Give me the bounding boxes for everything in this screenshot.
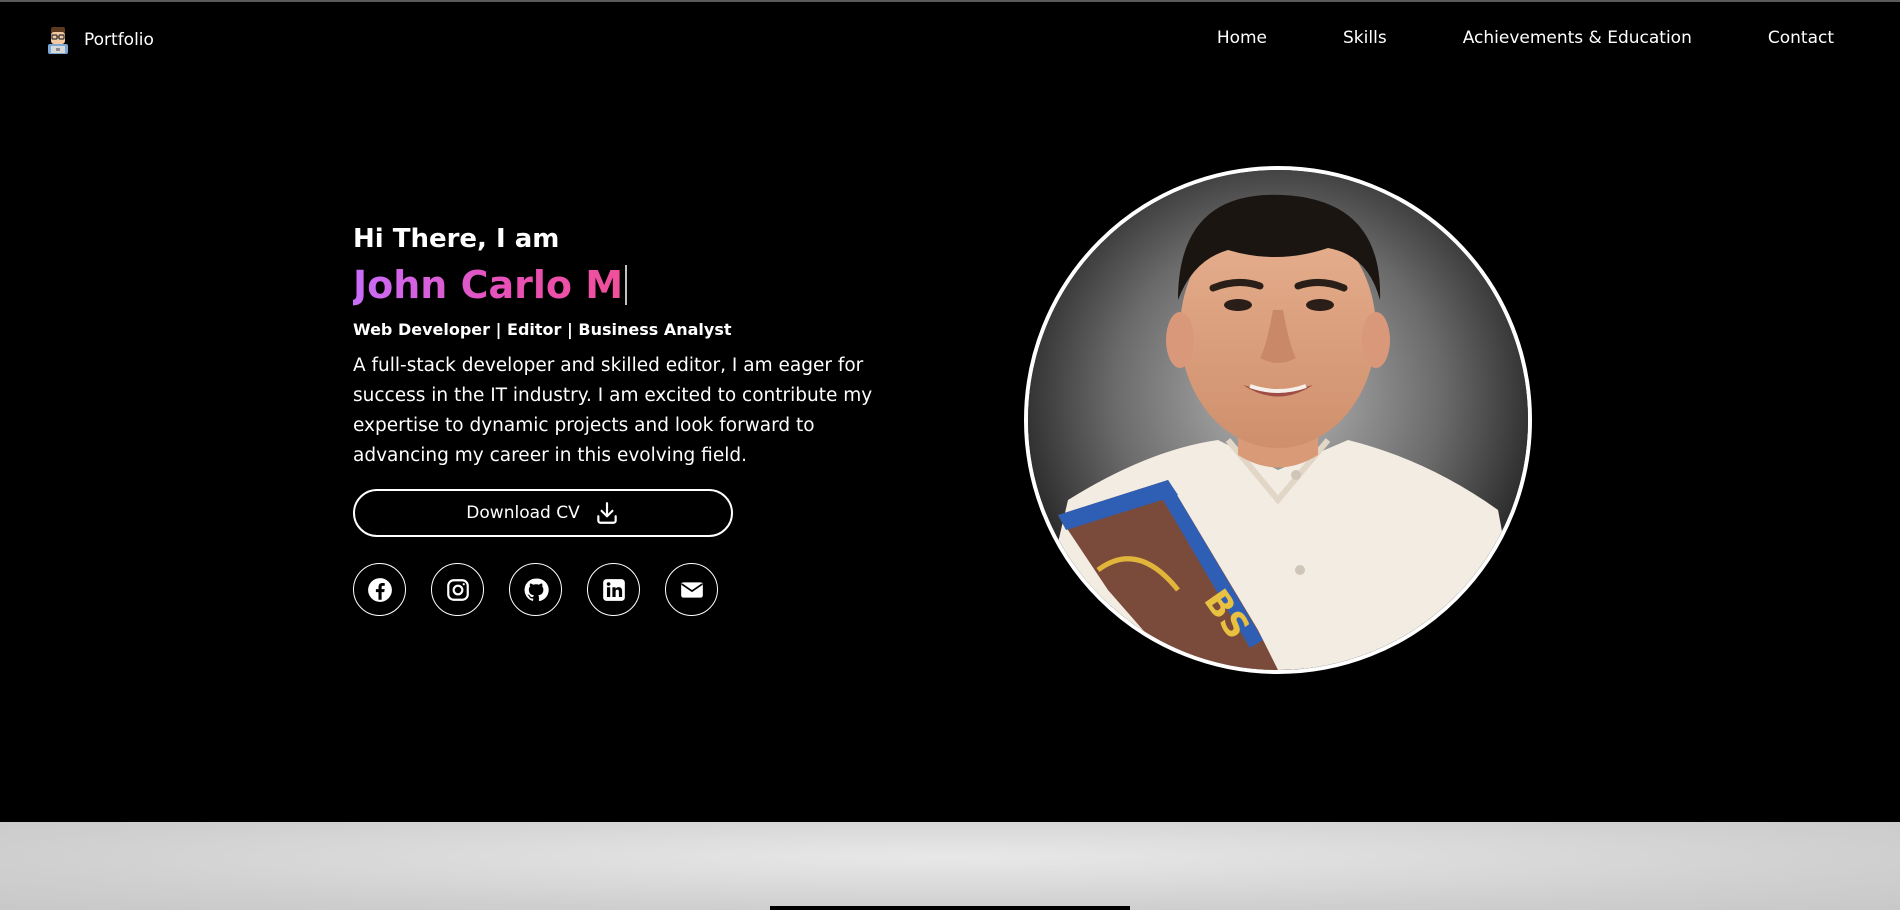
brand-label: Portfolio — [84, 30, 154, 50]
download-cv-label: Download CV — [466, 503, 580, 523]
linkedin-icon — [602, 578, 625, 601]
github-icon — [524, 578, 549, 601]
instagram-icon — [446, 578, 469, 601]
nav-links: Home Skills Achievements & Education Con… — [1217, 28, 1834, 48]
skills-section-preview — [0, 822, 1900, 910]
developer-avatar-icon — [48, 27, 68, 54]
navbar: Portfolio Home Skills Achievements & Edu… — [0, 2, 1900, 74]
greeting: Hi There, I am — [353, 224, 560, 254]
name-row: John Carlo M — [353, 260, 893, 310]
nav-home[interactable]: Home — [1217, 28, 1267, 48]
envelope-icon — [680, 581, 703, 598]
nav-achievements-education[interactable]: Achievements & Education — [1463, 28, 1692, 48]
email-link[interactable] — [665, 563, 718, 616]
download-cv-button[interactable]: Download CV — [353, 489, 733, 537]
typed-name: John Carlo M — [353, 263, 624, 307]
facebook-icon — [367, 577, 392, 602]
hero-intro: Hi There, I am John Carlo M Web Develope… — [353, 224, 893, 616]
profile-photo-illustration: BS — [1028, 170, 1528, 670]
github-link[interactable] — [509, 563, 562, 616]
typing-caret — [625, 265, 628, 305]
instagram-link[interactable] — [431, 563, 484, 616]
social-links — [353, 563, 893, 616]
facebook-link[interactable] — [353, 563, 406, 616]
profile-photo: BS — [1024, 166, 1532, 674]
nav-contact[interactable]: Contact — [1768, 28, 1834, 48]
linkedin-link[interactable] — [587, 563, 640, 616]
download-icon — [596, 502, 617, 524]
roles: Web Developer | Editor | Business Analys… — [353, 320, 732, 339]
section-heading-bar — [770, 906, 1130, 910]
brand[interactable]: Portfolio — [42, 24, 154, 56]
bio: A full-stack developer and skilled edito… — [353, 355, 873, 466]
nav-skills[interactable]: Skills — [1343, 28, 1387, 48]
